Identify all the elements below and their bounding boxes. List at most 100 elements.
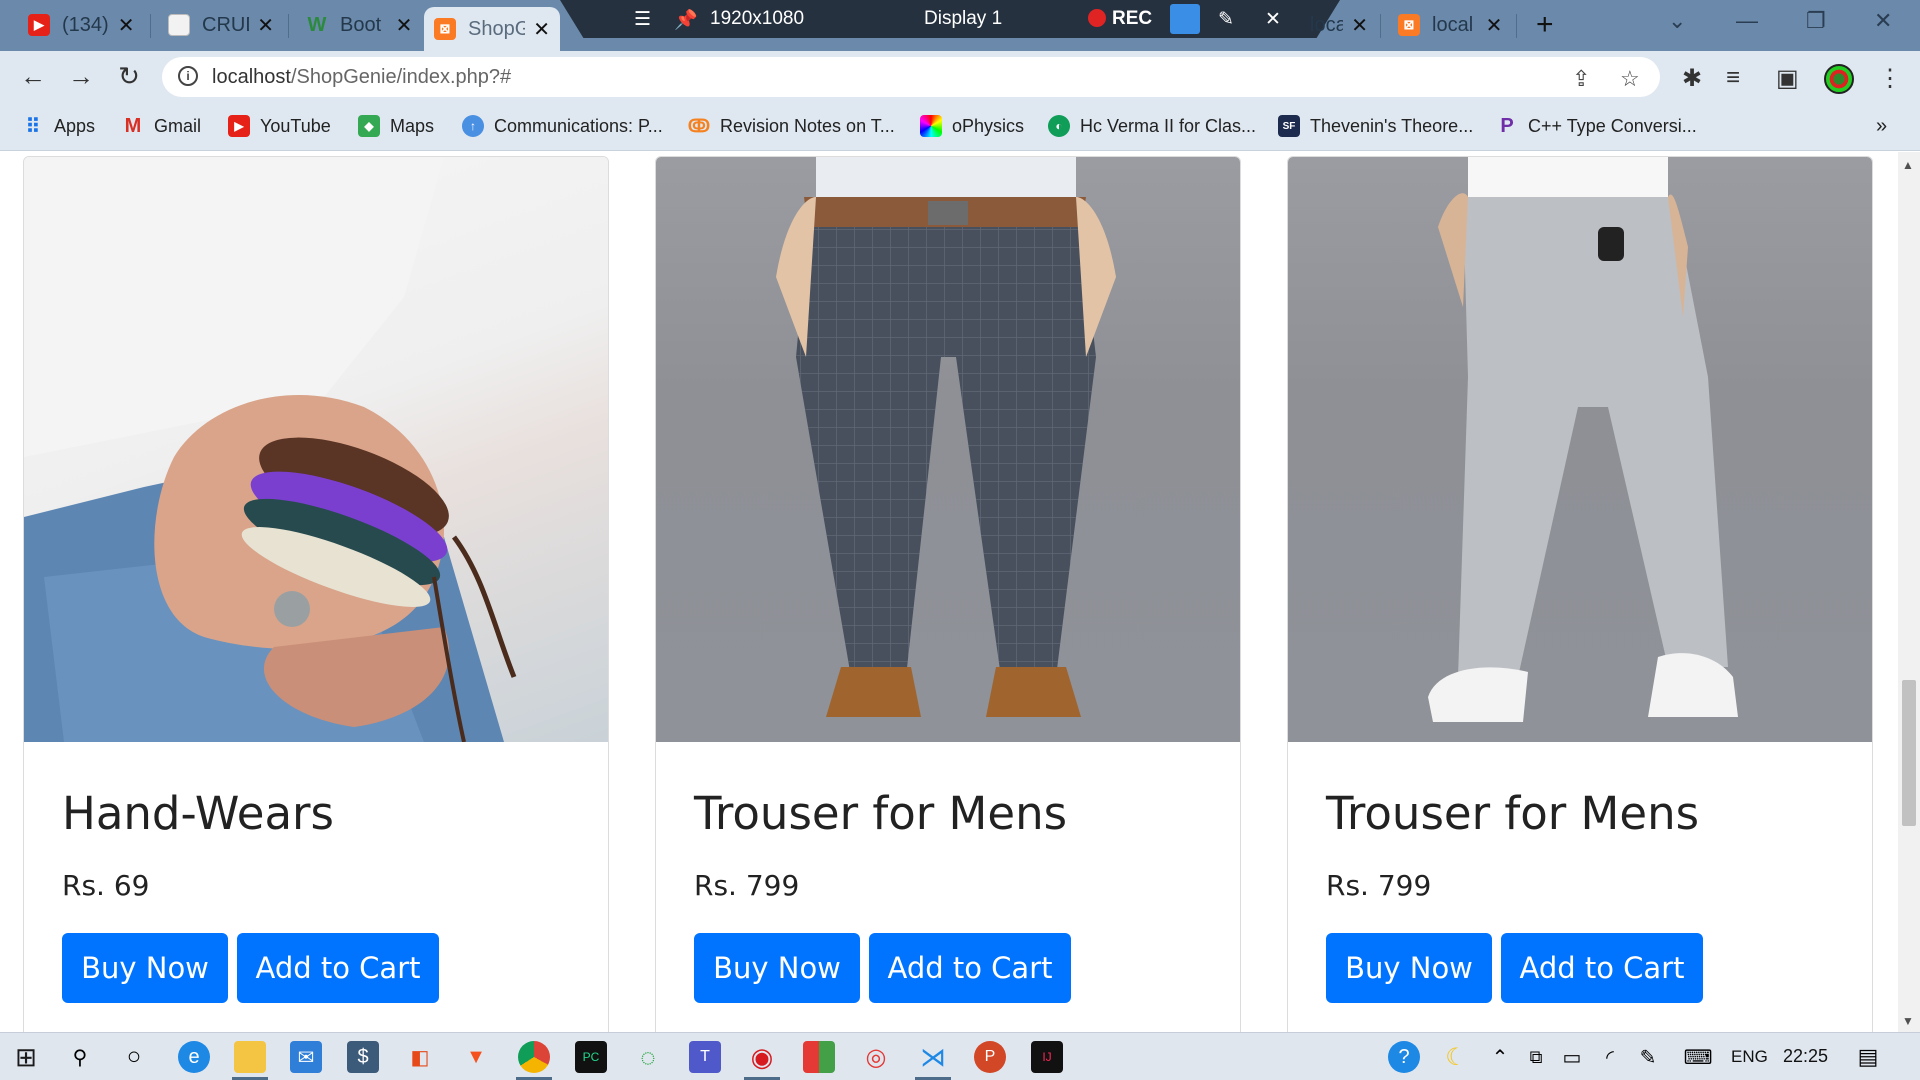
language-indicator[interactable]: ENG [1731, 1047, 1768, 1067]
product-card: Hand-Wears Rs. 69 Buy Now Add to Cart [23, 156, 609, 1032]
clock[interactable]: 22:25 [1783, 1046, 1828, 1067]
recorder-icon[interactable]: ◉ [746, 1041, 778, 1073]
grey-trouser-photo [1288, 157, 1872, 742]
page-scrollbar[interactable]: ▲ ▼ [1898, 152, 1920, 1032]
screen-recorder-bar: ☰ 📌 1920x1080 Display 1 REC ✎ ✕ [560, 0, 1340, 38]
edge-icon[interactable]: e [178, 1041, 210, 1073]
add-to-cart-button[interactable]: Add to Cart [869, 933, 1071, 1003]
windows-taskbar: ⊞ ⚲ ○ e ✉ $ ◧ ▼ PC ◌ T ◉ ◎ ⋊ P IJ ? ☾ ⌃ … [0, 1032, 1920, 1080]
back-button[interactable]: ← [16, 61, 50, 92]
bookmark-gmail[interactable]: M Gmail [122, 115, 201, 137]
add-to-cart-button[interactable]: Add to Cart [1501, 933, 1703, 1003]
scrollbar-thumb[interactable] [1902, 680, 1916, 826]
tab-youtube[interactable]: ▶ (134) ✕ [18, 7, 146, 43]
profile-avatar[interactable] [1824, 64, 1854, 94]
bookmark-star-icon[interactable]: ☆ [1620, 66, 1640, 92]
vscode-icon[interactable]: ⋊ [917, 1041, 949, 1073]
bookmark-communications[interactable]: ↑ Communications: P... [462, 115, 663, 137]
powerpoint-icon[interactable]: P [974, 1041, 1006, 1073]
menu-icon[interactable]: ☰ [634, 8, 651, 31]
chrome-icon[interactable] [518, 1041, 550, 1073]
product-price: Rs. 69 [62, 869, 150, 902]
chevron-up-icon[interactable]: ⌃ [1484, 1041, 1516, 1073]
pycharm-icon[interactable]: PC [575, 1041, 607, 1073]
buy-now-button[interactable]: Buy Now [1326, 933, 1492, 1003]
reload-button[interactable]: ↻ [112, 61, 146, 92]
bookmark-maps[interactable]: ◆ Maps [358, 115, 434, 137]
record-indicator[interactable]: REC [1088, 8, 1152, 30]
pen-icon[interactable]: ✎ [1632, 1041, 1664, 1073]
file-explorer-icon[interactable] [234, 1041, 266, 1073]
buy-now-button[interactable]: Buy Now [62, 933, 228, 1003]
product-card: Trouser for Mens Rs. 799 Buy Now Add to … [1287, 156, 1873, 1032]
tab-localhost-2[interactable]: ⊠ local ✕ [1388, 7, 1514, 43]
pin-icon[interactable]: 📌 [674, 8, 698, 32]
shop-page: Hand-Wears Rs. 69 Buy Now Add to Cart Tr… [0, 152, 1898, 1032]
bookmark-ophysics[interactable]: oPhysics [920, 115, 1024, 137]
office-icon[interactable]: ◧ [404, 1041, 436, 1073]
powershell-icon[interactable]: $ [347, 1041, 379, 1073]
extensions-icon[interactable]: ✱ [1682, 64, 1702, 93]
pen-icon[interactable]: ✎ [1218, 8, 1234, 31]
gmail-icon: M [124, 114, 142, 137]
close-icon[interactable]: ✕ [394, 13, 414, 38]
bookmark-apps[interactable]: ⠿ Apps [22, 115, 95, 138]
intellij-icon[interactable]: IJ [1031, 1041, 1063, 1073]
teams-icon[interactable]: T [689, 1041, 721, 1073]
help-icon[interactable]: ? [1388, 1041, 1420, 1073]
tab-search-icon[interactable]: ⌄ [1668, 8, 1686, 34]
tab-title: local [1432, 13, 1474, 36]
close-icon[interactable]: ✕ [116, 13, 136, 38]
bookmark-cpp[interactable]: P C++ Type Conversi... [1496, 114, 1696, 137]
camera-icon[interactable] [1170, 4, 1200, 34]
new-tab-button[interactable]: + [1536, 8, 1554, 42]
close-icon[interactable]: ✕ [257, 13, 274, 38]
wifi-icon[interactable]: ◜ [1594, 1041, 1626, 1073]
site-info-icon[interactable]: i [178, 66, 198, 86]
circle-app-icon[interactable]: ◌ [632, 1041, 664, 1073]
share-icon[interactable]: ⇪ [1572, 66, 1590, 92]
keyboard-icon[interactable]: ⌨ [1678, 1041, 1718, 1073]
forward-button[interactable]: → [64, 61, 98, 92]
url-text[interactable]: localhost/ShopGenie/index.php?# [212, 66, 511, 89]
side-panel-icon[interactable]: ▣ [1776, 64, 1799, 93]
restore-icon[interactable]: ❐ [1806, 8, 1826, 34]
cortana-icon[interactable]: ○ [118, 1041, 150, 1073]
battery-icon[interactable]: ▭ [1556, 1041, 1588, 1073]
tab-crud[interactable]: CRUD ✕ [158, 7, 284, 43]
bookmark-thevenin[interactable]: SF Thevenin's Theore... [1278, 115, 1473, 137]
windows-start-icon[interactable]: ⊞ [10, 1041, 42, 1073]
search-icon[interactable]: ⚲ [64, 1041, 96, 1073]
meet-icon[interactable]: ⧉ [1520, 1041, 1552, 1073]
close-icon[interactable]: ✕ [1484, 13, 1504, 38]
scroll-down-icon[interactable]: ▼ [1902, 1014, 1914, 1028]
address-bar[interactable]: i localhost/ShopGenie/index.php?# ⇪ ☆ [162, 57, 1660, 97]
add-to-cart-button[interactable]: Add to Cart [237, 933, 439, 1003]
night-mode-icon[interactable]: ☾ [1440, 1041, 1472, 1073]
browser-toolbar: ← → ↻ i localhost/ShopGenie/index.php?# … [0, 51, 1920, 104]
brave-icon[interactable]: ▼ [460, 1041, 492, 1073]
tab-title: localhost [1310, 13, 1344, 36]
close-icon[interactable]: ✕ [1265, 8, 1281, 31]
notification-icon[interactable]: ▤ [1852, 1041, 1884, 1073]
close-icon[interactable]: ✕ [1351, 13, 1368, 38]
media-control-icon[interactable]: ≡ [1726, 64, 1740, 92]
more-bookmarks-icon[interactable]: » [1876, 115, 1887, 138]
tab-localhost-1[interactable]: localhost ✕ [1300, 7, 1378, 43]
bookmark-youtube[interactable]: ▶ YouTube [228, 115, 331, 137]
tab-boot[interactable]: W Boot ✕ [296, 7, 424, 43]
menu-kebab-icon[interactable]: ⋮ [1878, 64, 1902, 93]
tiles-app-icon[interactable] [803, 1041, 835, 1073]
bookmark-hc-verma[interactable]: ◐ Hc Verma II for Clas... [1048, 115, 1256, 137]
bookmark-revision-notes[interactable]: ↂ Revision Notes on T... [688, 115, 895, 137]
window-close-icon[interactable]: ✕ [1874, 8, 1892, 34]
target-app-icon[interactable]: ◎ [860, 1041, 892, 1073]
minimize-icon[interactable]: — [1736, 8, 1758, 34]
scroll-up-icon[interactable]: ▲ [1902, 158, 1914, 172]
mail-icon[interactable]: ✉ [290, 1041, 322, 1073]
close-icon[interactable]: ✕ [533, 17, 550, 42]
tab-shopgenie[interactable]: ⊠ ShopGenie ✕ [424, 7, 560, 51]
upload-arrow-icon: ↑ [462, 115, 484, 137]
cpp-p-icon: P [1500, 114, 1514, 137]
buy-now-button[interactable]: Buy Now [694, 933, 860, 1003]
